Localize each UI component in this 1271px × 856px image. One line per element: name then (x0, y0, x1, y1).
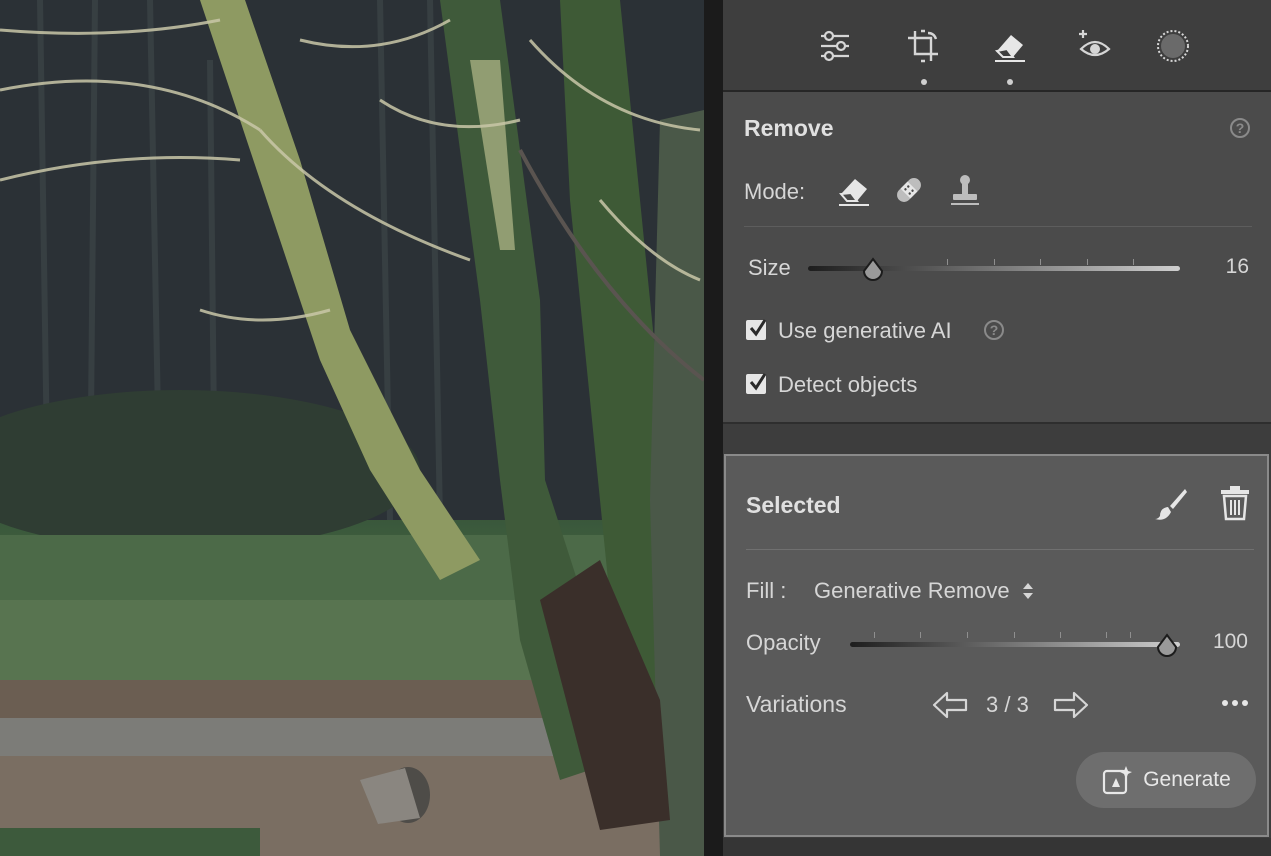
masking-icon (1157, 30, 1189, 62)
panel-bottom (723, 838, 1271, 856)
remove-divider (744, 226, 1252, 227)
crop-indicator-dot (921, 79, 927, 85)
right-panel: Remove ? Mode: Size 16 Use generative AI… (723, 0, 1271, 856)
up-down-arrow-icon (1022, 583, 1033, 599)
more-options-icon[interactable] (1220, 698, 1250, 708)
opacity-label: Opacity (746, 630, 821, 655)
panel-divider (704, 0, 723, 856)
check-icon (749, 373, 767, 391)
remove-title: Remove (744, 115, 834, 141)
heal-mode-icon[interactable] (891, 172, 927, 208)
crop-tool-button[interactable] (901, 24, 945, 68)
brush-icon[interactable] (1152, 486, 1188, 522)
fill-label: Fill : (746, 578, 787, 603)
variations-label: Variations (746, 691, 847, 717)
sliders-icon (821, 30, 849, 62)
tool-strip (723, 0, 1271, 92)
fill-value: Generative Remove (814, 578, 1010, 603)
photo-canvas[interactable] (0, 0, 704, 856)
masking-tool-button[interactable] (1151, 24, 1195, 68)
remove-section: Remove ? Mode: Size 16 Use generative AI… (723, 92, 1271, 424)
opacity-tick (1106, 632, 1107, 638)
size-label: Size (748, 255, 791, 280)
use-ai-checkbox[interactable] (746, 319, 767, 340)
opacity-tick (874, 632, 875, 638)
selected-section: Selected Fill : Generative Remove Opacit… (724, 454, 1269, 837)
photo-image (0, 0, 704, 856)
opacity-tick (920, 632, 921, 638)
red-eye-tool-button[interactable] (1073, 24, 1117, 68)
opacity-tick (967, 632, 968, 638)
opacity-tick (1130, 632, 1131, 638)
arrow-left-icon[interactable] (931, 690, 969, 720)
ai-help-icon[interactable]: ? (984, 320, 1004, 340)
crop-icon (908, 29, 938, 63)
opacity-value[interactable]: 100 (1190, 630, 1248, 654)
size-tick (1087, 259, 1088, 265)
size-tick (947, 259, 948, 265)
generate-sparkle-icon (1103, 766, 1133, 795)
opacity-slider-thumb[interactable] (1156, 633, 1178, 657)
arrow-right-icon[interactable] (1052, 690, 1090, 720)
selected-divider (746, 549, 1254, 550)
size-value[interactable]: 16 (1193, 255, 1249, 279)
size-slider-thumb[interactable] (862, 257, 884, 281)
help-icon[interactable]: ? (1230, 118, 1250, 138)
red-eye-icon (1079, 30, 1111, 57)
remove-indicator-dot (1007, 79, 1013, 85)
check-icon (749, 319, 767, 337)
trash-icon[interactable] (1218, 485, 1252, 521)
size-tick (994, 259, 995, 265)
size-tick (1040, 259, 1041, 265)
edit-tool-button[interactable] (813, 24, 857, 68)
opacity-tick (1014, 632, 1015, 638)
generate-label: Generate (1143, 768, 1231, 791)
opacity-tick (1060, 632, 1061, 638)
detect-objects-checkbox[interactable] (746, 373, 767, 394)
fill-dropdown[interactable]: Generative Remove (814, 578, 1034, 604)
mode-label: Mode: (744, 179, 806, 204)
eraser-icon (994, 35, 1025, 62)
variations-value: 3 / 3 (986, 692, 1029, 717)
eraser-mode-icon[interactable] (836, 172, 872, 208)
size-tick (1133, 259, 1134, 265)
selected-title: Selected (746, 492, 841, 518)
generate-button[interactable]: Generate (1076, 752, 1256, 808)
opacity-slider-track[interactable] (850, 642, 1180, 647)
use-ai-label[interactable]: Use generative AI (778, 318, 952, 344)
detect-objects-label[interactable]: Detect objects (778, 372, 917, 398)
remove-tool-button[interactable] (988, 24, 1032, 68)
clone-mode-icon[interactable] (947, 172, 983, 208)
